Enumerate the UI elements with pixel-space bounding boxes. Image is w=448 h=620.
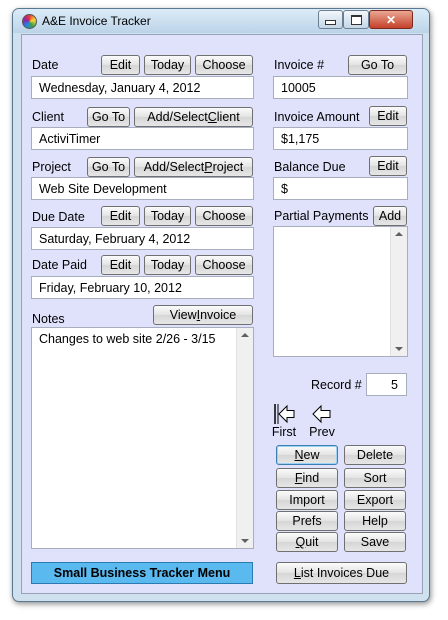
find-button[interactable]: Find [276, 468, 338, 488]
small-business-tracker-menu-button[interactable]: Small Business Tracker Menu [31, 562, 253, 584]
project-goto-button[interactable]: Go To [87, 157, 130, 177]
maximize-icon [350, 14, 362, 25]
minimize-icon [325, 20, 336, 25]
prev-record-icon[interactable] [311, 404, 333, 424]
save-button[interactable]: Save [344, 532, 406, 552]
client-field[interactable]: ActiviTimer [31, 127, 254, 150]
list-invoices-due-button[interactable]: List Invoices Due [276, 562, 407, 584]
invoice-number-label: Invoice # [274, 58, 325, 72]
date-today-button[interactable]: Today [144, 55, 191, 75]
notes-label: Notes [32, 312, 65, 326]
notes-text: Changes to web site 2/26 - 3/15 [39, 332, 216, 346]
delete-button[interactable]: Delete [344, 445, 406, 465]
add-select-client-label-rest: lient [216, 110, 240, 124]
prev-record-label[interactable]: Prev [307, 425, 337, 439]
add-select-client-button[interactable]: Add/Select Client [134, 107, 253, 127]
due-date-today-button[interactable]: Today [144, 206, 191, 226]
add-select-client-hotkey: C [207, 110, 217, 124]
partial-payments-scrollbar[interactable] [390, 227, 407, 356]
new-hotkey: N [294, 448, 304, 462]
maximize-button[interactable] [343, 10, 369, 29]
quit-label: uit [305, 535, 319, 549]
quit-hotkey: Q [295, 535, 306, 549]
list-invoices-due-hotkey: L [293, 566, 301, 580]
help-button[interactable]: Help [344, 511, 406, 531]
scroll-up-icon[interactable] [395, 232, 403, 236]
find-hotkey: F [294, 471, 303, 485]
partial-payments-list[interactable] [273, 226, 408, 357]
view-invoice-label-rest: nvoice [200, 308, 237, 322]
import-button[interactable]: Import [276, 490, 338, 510]
new-label: ew [303, 448, 320, 462]
window-title: A&E Invoice Tracker [42, 14, 151, 28]
date-label: Date [32, 58, 59, 72]
due-date-field[interactable]: Saturday, February 4, 2012 [31, 227, 254, 250]
add-select-project-label-rest: roject [212, 160, 244, 174]
date-choose-button[interactable]: Choose [195, 55, 253, 75]
prefs-button[interactable]: Prefs [276, 511, 338, 531]
app-icon [22, 14, 37, 29]
project-label: Project [32, 160, 71, 174]
close-icon: ✕ [385, 12, 397, 27]
date-paid-field[interactable]: Friday, February 10, 2012 [31, 276, 254, 299]
invoice-amount-field[interactable]: $1,175 [273, 127, 408, 150]
quit-button[interactable]: Quit [276, 532, 338, 552]
client-goto-button[interactable]: Go To [87, 107, 130, 127]
due-date-edit-button[interactable]: Edit [101, 206, 140, 226]
first-record-icon[interactable] [272, 402, 296, 426]
date-paid-today-button[interactable]: Today [144, 255, 191, 275]
add-select-project-button[interactable]: Add/Select Project [134, 157, 253, 177]
find-label: ind [302, 471, 320, 485]
view-invoice-label: View [169, 308, 197, 322]
balance-due-edit-button[interactable]: Edit [369, 156, 407, 176]
notes-scrollbar[interactable] [236, 328, 253, 548]
scroll-up-icon[interactable] [241, 333, 249, 337]
export-button[interactable]: Export [344, 490, 406, 510]
new-button[interactable]: New [276, 445, 338, 465]
list-invoices-due-label: ist Invoices Due [300, 566, 390, 580]
add-select-project-label: Add/Select [143, 160, 205, 174]
date-paid-label: Date Paid [32, 258, 87, 272]
due-date-label: Due Date [32, 210, 85, 224]
invoice-number-field[interactable]: 10005 [273, 76, 408, 99]
partial-payments-add-button[interactable]: Add [373, 206, 407, 226]
project-field[interactable]: Web Site Development [31, 177, 254, 200]
due-date-choose-button[interactable]: Choose [195, 206, 253, 226]
date-paid-edit-button[interactable]: Edit [101, 255, 140, 275]
partial-payments-label: Partial Payments [274, 209, 369, 223]
invoice-amount-label: Invoice Amount [274, 110, 360, 124]
balance-due-label: Balance Due [274, 160, 346, 174]
notes-textarea[interactable]: Changes to web site 2/26 - 3/15 [31, 327, 254, 549]
scroll-down-icon[interactable] [395, 347, 403, 351]
balance-due-field[interactable]: $ [273, 177, 408, 200]
invoice-amount-edit-button[interactable]: Edit [369, 106, 407, 126]
sort-button[interactable]: Sort [344, 468, 406, 488]
date-edit-button[interactable]: Edit [101, 55, 140, 75]
minimize-button[interactable] [318, 10, 343, 29]
close-button[interactable]: ✕ [369, 10, 413, 29]
record-number-field[interactable]: 5 [366, 373, 407, 396]
scroll-down-icon[interactable] [241, 539, 249, 543]
date-field[interactable]: Wednesday, January 4, 2012 [31, 76, 254, 99]
add-select-project-hotkey: P [204, 160, 213, 174]
add-select-client-label: Add/Select [147, 110, 208, 124]
record-number-label: Record # [311, 378, 362, 392]
date-paid-choose-button[interactable]: Choose [195, 255, 253, 275]
first-record-label[interactable]: First [270, 425, 298, 439]
view-invoice-button[interactable]: View Invoice [153, 305, 253, 325]
client-label: Client [32, 110, 64, 124]
invoice-goto-button[interactable]: Go To [348, 55, 407, 75]
